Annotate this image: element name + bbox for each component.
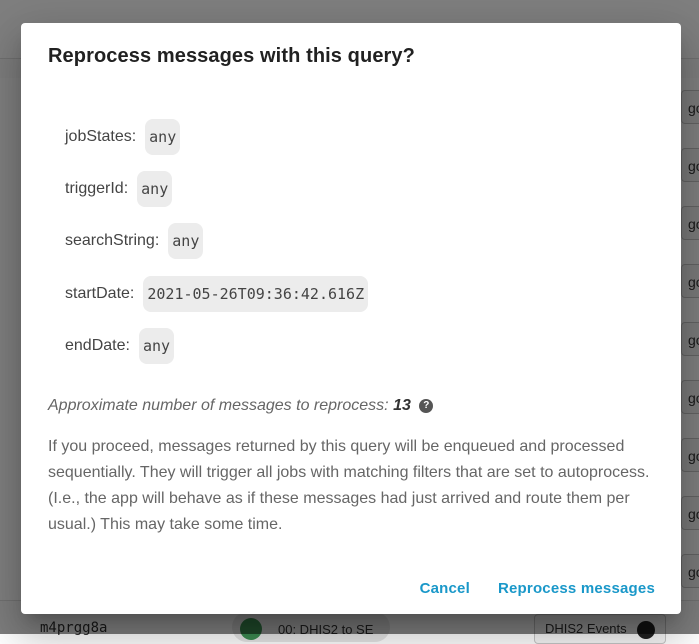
param-value: 2021-05-26T09:36:42.616Z	[143, 276, 369, 312]
param-label: triggerId:	[65, 180, 129, 197]
param-label: searchString:	[65, 232, 160, 249]
reprocess-dialog: Reprocess messages with this query? jobS…	[21, 23, 681, 614]
param-label: endDate:	[65, 337, 130, 354]
param-search-string: searchString: any	[65, 223, 204, 259]
approx-count: 13	[393, 397, 411, 414]
dialog-description: If you proceed, messages returned by thi…	[48, 438, 650, 533]
param-value: any	[137, 171, 173, 207]
param-job-states: jobStates: any	[65, 119, 181, 155]
dialog-title: Reprocess messages with this query?	[48, 45, 415, 67]
dialog-actions: Cancel Reprocess messages	[412, 576, 663, 601]
param-value: any	[168, 223, 204, 259]
param-end-date: endDate: any	[65, 328, 175, 364]
param-start-date: startDate: 2021-05-26T09:36:42.616Z	[65, 276, 369, 312]
cancel-button[interactable]: Cancel	[412, 576, 478, 601]
help-icon[interactable]: ?	[419, 399, 434, 413]
approx-label: Approximate number of messages to reproc…	[48, 397, 389, 414]
param-value: any	[138, 328, 175, 364]
param-value: any	[145, 119, 181, 155]
approx-count-line: Approximate number of messages to reproc…	[48, 397, 434, 415]
param-label: startDate:	[65, 285, 135, 302]
param-label: jobStates:	[65, 128, 137, 145]
reprocess-messages-button[interactable]: Reprocess messages	[490, 576, 663, 601]
param-trigger-id: triggerId: any	[65, 171, 173, 207]
